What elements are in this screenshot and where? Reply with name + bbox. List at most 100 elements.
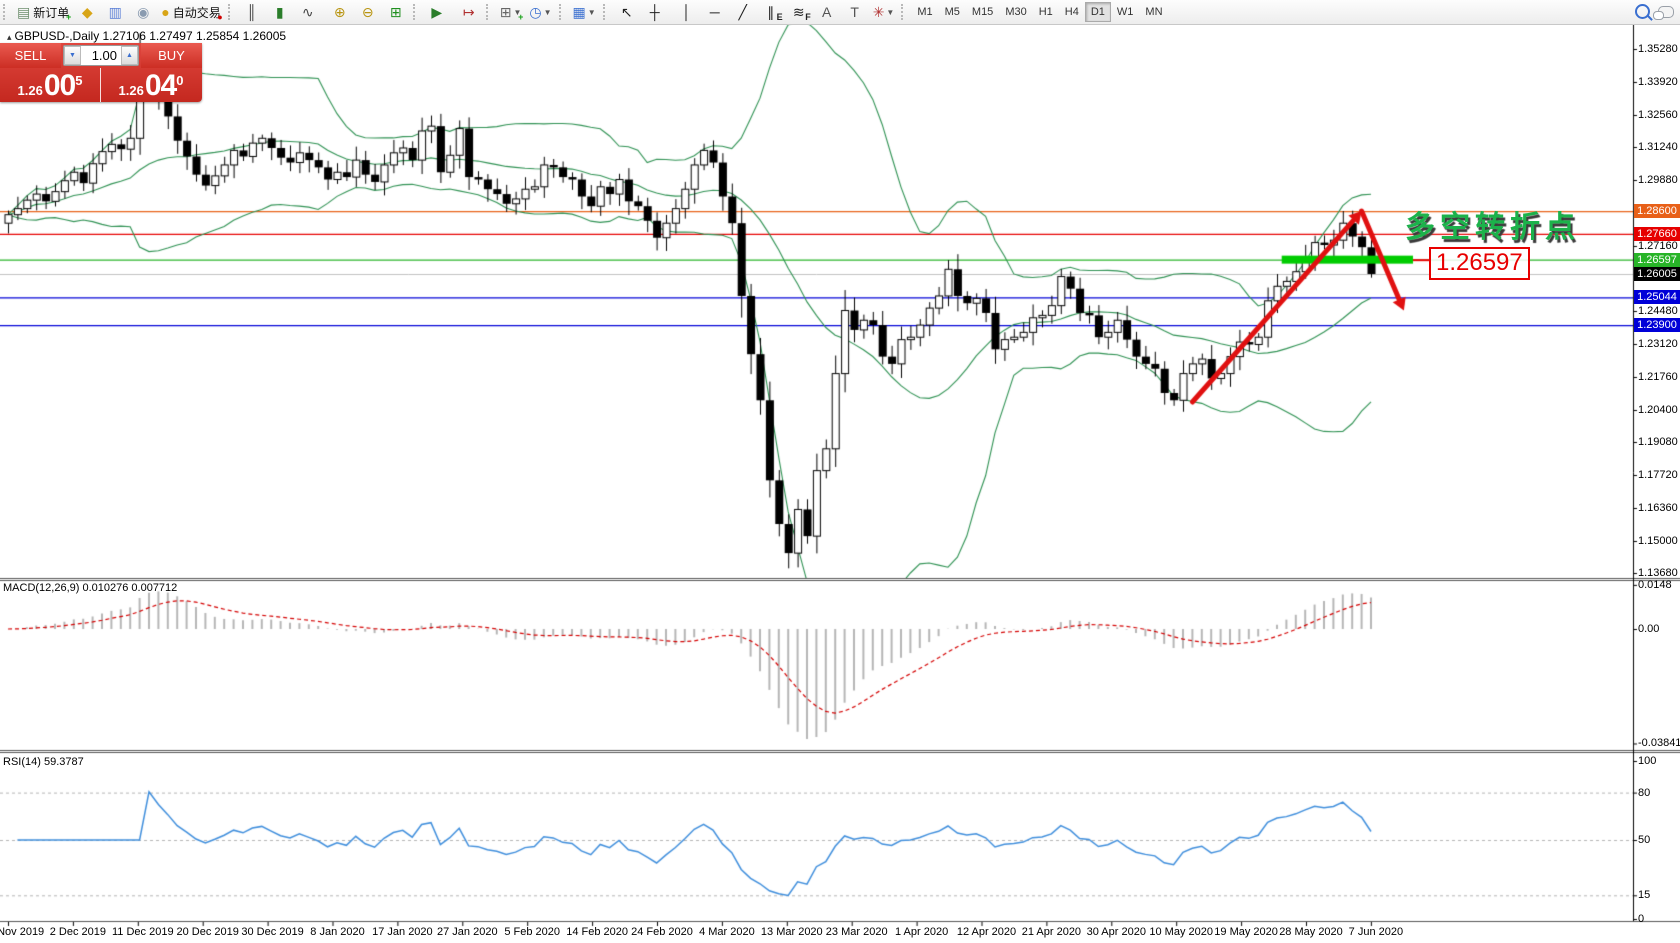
data-window-button[interactable]: ▥ (102, 1, 128, 23)
period-presets-icon: ◷ (529, 5, 541, 19)
fibonacci-icon: ≋ (793, 5, 805, 19)
volume-input[interactable]: 1.00 (81, 46, 121, 65)
date-axis-tick: 24 Feb 2020 (626, 926, 698, 938)
horizontal-line-button[interactable]: ─ (702, 1, 728, 23)
price-line-badge[interactable]: 1.28600 (1634, 204, 1680, 218)
chat-icon[interactable] (1658, 6, 1674, 18)
date-axis-tick: 17 Jan 2020 (366, 926, 438, 938)
strategy-navigator-icon: ◉ (137, 5, 149, 19)
date-axis-tick: 28 May 2020 (1275, 926, 1347, 938)
toolbar-grip (3, 4, 10, 20)
buy-button[interactable]: BUY (141, 43, 202, 68)
timeframe-mn-button[interactable]: MN (1139, 2, 1168, 22)
chart-style-button[interactable]: ▦▼ (570, 1, 599, 23)
equidistant-channel-button[interactable]: ∥E (758, 1, 784, 23)
market-watch-button[interactable]: ◆ (74, 1, 100, 23)
auto-scroll-icon: ▶ (431, 5, 442, 19)
rsi-axis-tick: 0 (1638, 913, 1644, 925)
date-axis-tick: 30 Dec 2019 (237, 926, 309, 938)
strategy-navigator-button[interactable]: ◉ (130, 1, 156, 23)
date-axis-tick: 1 Apr 2020 (886, 926, 958, 938)
date-axis-tick: 30 Apr 2020 (1080, 926, 1152, 938)
volume-up-button[interactable]: ▲ (121, 46, 138, 65)
timeframe-m15-button[interactable]: M15 (966, 2, 999, 22)
buy-price-small: 1.26 (119, 83, 144, 98)
collapse-icon[interactable]: ▴ (7, 32, 12, 42)
date-axis-tick: 7 Jun 2020 (1340, 926, 1412, 938)
timeframe-m5-button[interactable]: M5 (939, 2, 966, 22)
auto-scroll-button[interactable]: ▶ (424, 1, 450, 23)
price-axis-tick: 1.17720 (1638, 469, 1678, 481)
fibonacci-button[interactable]: ≋F (786, 1, 812, 23)
macd-axis-tick: 0.0148 (1638, 579, 1672, 591)
new-order-button[interactable]: ▤+新订单 (14, 1, 72, 23)
timeframe-h4-button[interactable]: H4 (1059, 2, 1085, 22)
period-presets-button[interactable]: ◷▼ (526, 1, 554, 23)
chart-shift-button[interactable]: ↦ (456, 1, 482, 23)
date-axis-tick: 10 May 2020 (1145, 926, 1217, 938)
mt4-window: ▤+新订单◆▥◉●●自动交易║▮∿⊕⊖⊞▶↦⊞+▼◷▼▦▼↖┼│─╱∥E≋FAT… (0, 0, 1680, 943)
macd-axis-tick: 0.00 (1638, 623, 1659, 635)
zoom-out-button[interactable]: ⊖ (355, 1, 381, 23)
tile-windows-button[interactable]: ⊞ (383, 1, 409, 23)
text-icon: A (822, 5, 831, 19)
chart-shift-icon: ↦ (463, 5, 475, 19)
timeframe-m1-button[interactable]: M1 (911, 2, 938, 22)
search-icon[interactable] (1635, 4, 1650, 19)
toolbar-grip (486, 4, 493, 20)
new-chart-button[interactable]: ⊞+▼ (497, 1, 525, 23)
price-line-badge[interactable]: 1.23900 (1634, 318, 1680, 332)
date-axis-tick: 14 Feb 2020 (561, 926, 633, 938)
sell-price-big: 00 (44, 69, 75, 102)
autotrading-overlay-icon: ● (217, 13, 222, 22)
price-axis-tick: 1.32560 (1638, 109, 1678, 121)
crosshair-button[interactable]: ┼ (642, 1, 668, 23)
zoom-in-icon: ⊕ (334, 5, 346, 19)
trendline-button[interactable]: ╱ (730, 1, 756, 23)
vertical-line-icon: │ (682, 5, 691, 19)
chart-canvas[interactable] (0, 0, 1680, 943)
buy-price[interactable]: 1.26040 (101, 68, 201, 102)
timeframe-w1-button[interactable]: W1 (1111, 2, 1140, 22)
cursor-button[interactable]: ↖ (614, 1, 640, 23)
date-axis-tick: 13 Mar 2020 (756, 926, 828, 938)
chart-bars-button[interactable]: ║ (239, 1, 265, 23)
tile-windows-icon: ⊞ (390, 5, 402, 19)
fibonacci-overlay-icon: F (805, 13, 811, 22)
timeframe-h1-button[interactable]: H1 (1033, 2, 1059, 22)
rsi-axis-tick: 100 (1638, 755, 1656, 767)
price-line-badge[interactable]: 1.25044 (1634, 290, 1680, 304)
timeframe-d1-button[interactable]: D1 (1085, 2, 1111, 22)
chart-candles-icon: ▮ (276, 5, 284, 19)
timeframe-m30-button[interactable]: M30 (999, 2, 1032, 22)
date-axis-tick: 27 Jan 2020 (431, 926, 503, 938)
autotrading-button[interactable]: ●●自动交易 (158, 1, 223, 23)
chart-line-button[interactable]: ∿ (295, 1, 321, 23)
arrows-caret-icon: ▼ (886, 8, 894, 17)
arrows-button[interactable]: ✳▼ (870, 1, 898, 23)
sell-price[interactable]: 1.26005 (0, 68, 101, 102)
text-button[interactable]: A (814, 1, 840, 23)
zoom-in-button[interactable]: ⊕ (327, 1, 353, 23)
zoom-out-icon: ⊖ (362, 5, 374, 19)
sell-button[interactable]: SELL (0, 43, 61, 68)
price-axis-tick: 1.35280 (1638, 43, 1678, 55)
price-line-badge[interactable]: 1.27660 (1634, 227, 1680, 241)
support-price-label[interactable]: 1.26597 (1429, 247, 1530, 280)
price-axis-tick: 1.23120 (1638, 338, 1678, 350)
volume-down-button[interactable]: ▼ (64, 46, 81, 65)
trendline-icon: ╱ (738, 5, 746, 19)
data-window-icon: ▥ (109, 5, 122, 19)
equidistant-channel-overlay-icon: E (777, 13, 783, 22)
chart-candles-button[interactable]: ▮ (267, 1, 293, 23)
price-axis-tick: 1.33920 (1638, 76, 1678, 88)
annotation-text[interactable]: 多空转折点 (1405, 202, 1580, 246)
price-axis-tick: 1.29880 (1638, 174, 1678, 186)
buy-price-big: 04 (145, 69, 176, 102)
price-line-badge[interactable]: 1.26597 (1634, 253, 1680, 267)
toolbar: ▤+新订单◆▥◉●●自动交易║▮∿⊕⊖⊞▶↦⊞+▼◷▼▦▼↖┼│─╱∥E≋FAT… (0, 0, 1680, 25)
arrows-icon: ✳ (873, 5, 885, 19)
new-chart-icon: ⊞ (500, 5, 512, 19)
text-label-button[interactable]: T (842, 1, 868, 23)
vertical-line-button[interactable]: │ (674, 1, 700, 23)
